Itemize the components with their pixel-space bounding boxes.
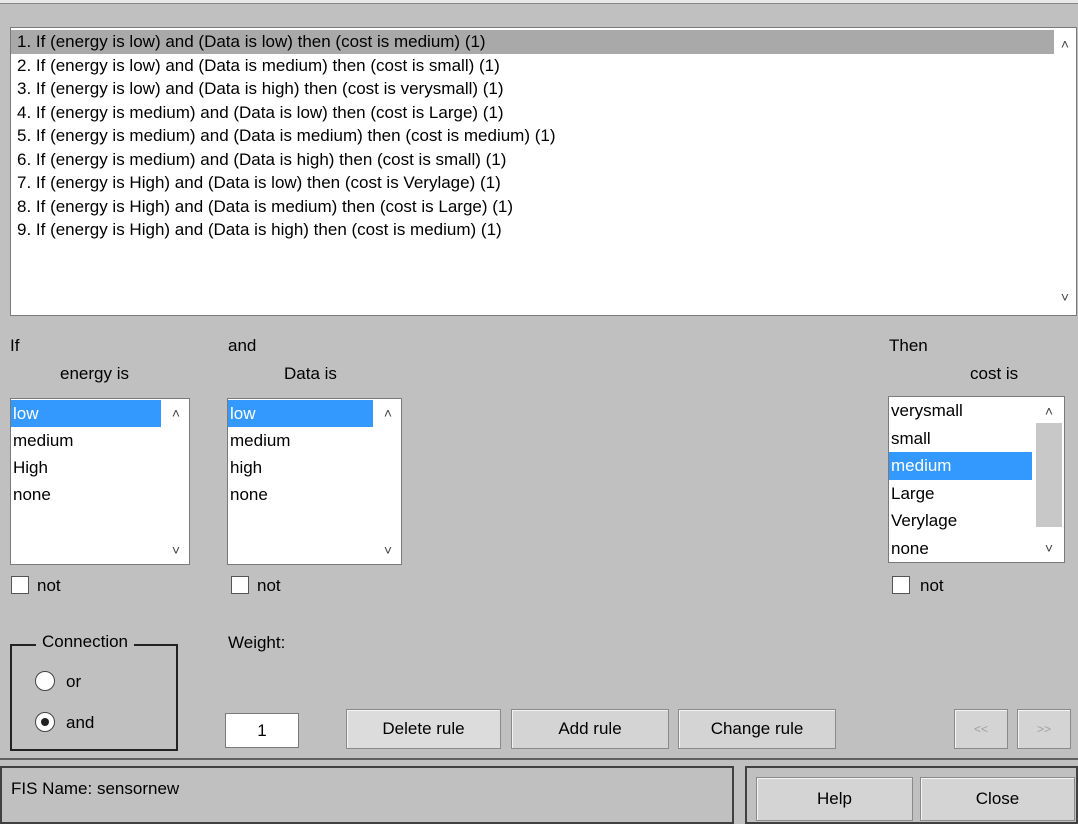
and-radio-label: and (66, 713, 95, 732)
rule-item[interactable]: 9. If (energy is High) and (Data is high… (11, 218, 1056, 242)
energy-option-low[interactable]: low (11, 400, 161, 427)
cost-option-verylage[interactable]: Verylage (889, 507, 1032, 535)
or-label: or (66, 672, 82, 691)
data-option-low[interactable]: low (228, 400, 373, 427)
delete-rule-button[interactable]: Delete rule (346, 709, 501, 749)
help-button[interactable]: Help (756, 777, 913, 821)
cost-option-medium[interactable]: medium (889, 452, 1032, 480)
add-rule-button[interactable]: Add rule (511, 709, 669, 749)
close-button[interactable]: Close (920, 777, 1075, 821)
cost-title: cost is (970, 364, 1019, 383)
rules-list[interactable]: 1. If (energy is low) and (Data is low) … (10, 27, 1077, 316)
energy-option-high[interactable]: High (11, 454, 161, 481)
window-top-border (0, 0, 1078, 4)
rule-item[interactable]: 4. If (energy is medium) and (Data is lo… (11, 101, 1056, 125)
chevron-up-icon[interactable]: ˄ (375, 405, 401, 421)
rule-item[interactable]: 8. If (energy is High) and (Data is medi… (11, 195, 1056, 219)
then-label: Then (889, 336, 928, 355)
rule-item[interactable]: 3. If (energy is low) and (Data is high)… (11, 77, 1056, 101)
connection-group (10, 644, 178, 751)
radio-selected-dot (41, 718, 49, 726)
change-rule-button[interactable]: Change rule (678, 709, 836, 749)
rule-item[interactable]: 6. If (energy is medium) and (Data is hi… (11, 148, 1056, 172)
rules-list-items: 1. If (energy is low) and (Data is low) … (11, 30, 1056, 242)
previous-button[interactable]: << (954, 709, 1008, 749)
energy-option-none[interactable]: none (11, 481, 161, 508)
energy-not-label: not (37, 576, 61, 595)
cost-option-none[interactable]: none (889, 535, 1032, 563)
cost-option-large[interactable]: Large (889, 480, 1032, 508)
cost-option-verysmall[interactable]: verysmall (889, 397, 1032, 425)
rule-item[interactable]: 5. If (energy is medium) and (Data is me… (11, 124, 1056, 148)
data-scrollbar[interactable]: ˄ ˅ (375, 399, 401, 564)
chevron-up-icon[interactable]: ˄ (163, 405, 189, 421)
energy-options: low medium High none (11, 400, 161, 508)
weight-label: Weight: (228, 633, 286, 652)
data-title: Data is (284, 364, 337, 383)
cost-not-label: not (920, 576, 944, 595)
if-label: If (10, 336, 20, 355)
data-listbox[interactable]: low medium high none ˄ ˅ (227, 398, 402, 565)
chevron-up-icon[interactable]: ˄ (1034, 403, 1064, 419)
cost-listbox[interactable]: verysmall small medium Large Verylage no… (888, 396, 1065, 563)
chevron-up-icon[interactable]: ˄ (1054, 36, 1076, 52)
fis-name-status: FIS Name: sensornew (11, 779, 180, 798)
rule-item[interactable]: 1. If (energy is low) and (Data is low) … (11, 30, 1056, 54)
data-option-medium[interactable]: medium (228, 427, 373, 454)
data-not-checkbox[interactable] (231, 576, 249, 594)
energy-not-checkbox[interactable] (11, 576, 29, 594)
weight-field[interactable]: 1 (225, 713, 299, 748)
rule-item[interactable]: 7. If (energy is High) and (Data is low)… (11, 171, 1056, 195)
data-options: low medium high none (228, 400, 373, 508)
and-radio[interactable] (35, 712, 55, 732)
energy-title: energy is (60, 364, 129, 383)
connection-title: Connection (36, 632, 135, 652)
rules-list-scrollbar[interactable]: ˄ ˅ (1054, 28, 1076, 315)
data-not-label: not (257, 576, 281, 595)
chevron-down-icon[interactable]: ˅ (375, 542, 401, 558)
or-radio[interactable] (35, 671, 55, 691)
and-label: and (228, 336, 257, 355)
energy-scrollbar[interactable]: ˄ ˅ (163, 399, 189, 564)
cost-scrollbar-thumb[interactable] (1036, 423, 1062, 527)
chevron-down-icon[interactable]: ˅ (1054, 289, 1076, 305)
cost-option-small[interactable]: small (889, 425, 1032, 453)
rule-item[interactable]: 2. If (energy is low) and (Data is mediu… (11, 54, 1056, 78)
data-option-none[interactable]: none (228, 481, 373, 508)
data-option-high[interactable]: high (228, 454, 373, 481)
chevron-down-icon[interactable]: ˅ (163, 542, 189, 558)
cost-scrollbar[interactable]: ˄ ˅ (1034, 397, 1064, 562)
energy-listbox[interactable]: low medium High none ˄ ˅ (10, 398, 190, 565)
energy-option-medium[interactable]: medium (11, 427, 161, 454)
bottom-separator (0, 758, 1078, 760)
cost-not-checkbox[interactable] (892, 576, 910, 594)
chevron-down-icon[interactable]: ˅ (1034, 540, 1064, 556)
cost-options: verysmall small medium Large Verylage no… (889, 397, 1032, 562)
next-button[interactable]: >> (1017, 709, 1071, 749)
